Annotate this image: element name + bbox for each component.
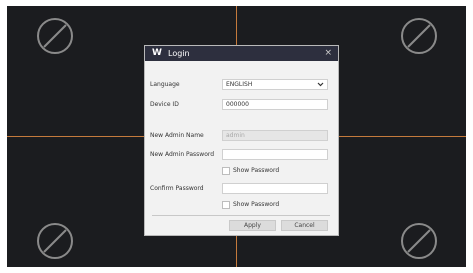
show-password-checkbox-2[interactable] <box>222 201 230 209</box>
language-select[interactable]: ENGLISH <box>222 79 328 90</box>
live-view-grid: W Login × Language ENGLISH Device ID 000… <box>7 6 466 267</box>
show-password-label-2: Show Password <box>233 201 280 208</box>
new-admin-password-label: New Admin Password <box>150 151 215 158</box>
cancel-button[interactable]: Cancel <box>281 220 328 231</box>
no-video-icon <box>399 221 439 261</box>
dialog-divider <box>152 215 330 216</box>
dialog-title: Login <box>168 49 190 58</box>
no-video-icon <box>35 16 75 56</box>
language-label: Language <box>150 81 180 88</box>
show-password-label-1: Show Password <box>233 167 280 174</box>
no-video-icon <box>35 221 75 261</box>
apply-button[interactable]: Apply <box>229 220 276 231</box>
device-id-label: Device ID <box>150 101 179 108</box>
chevron-down-icon <box>317 82 324 87</box>
new-admin-name-input: admin <box>222 130 328 141</box>
language-value: ENGLISH <box>226 81 253 88</box>
brand-logo-icon: W <box>152 48 162 58</box>
confirm-password-label: Confirm Password <box>150 185 204 192</box>
new-admin-name-label: New Admin Name <box>150 132 204 139</box>
device-id-input[interactable]: 000000 <box>222 99 328 110</box>
login-dialog: W Login × Language ENGLISH Device ID 000… <box>144 45 339 236</box>
dialog-title-bar[interactable]: W Login × <box>145 46 338 61</box>
confirm-password-input[interactable] <box>222 183 328 194</box>
no-video-icon <box>399 16 439 56</box>
close-icon[interactable]: × <box>324 47 332 59</box>
show-password-checkbox-1[interactable] <box>222 167 230 175</box>
new-admin-password-input[interactable] <box>222 149 328 160</box>
